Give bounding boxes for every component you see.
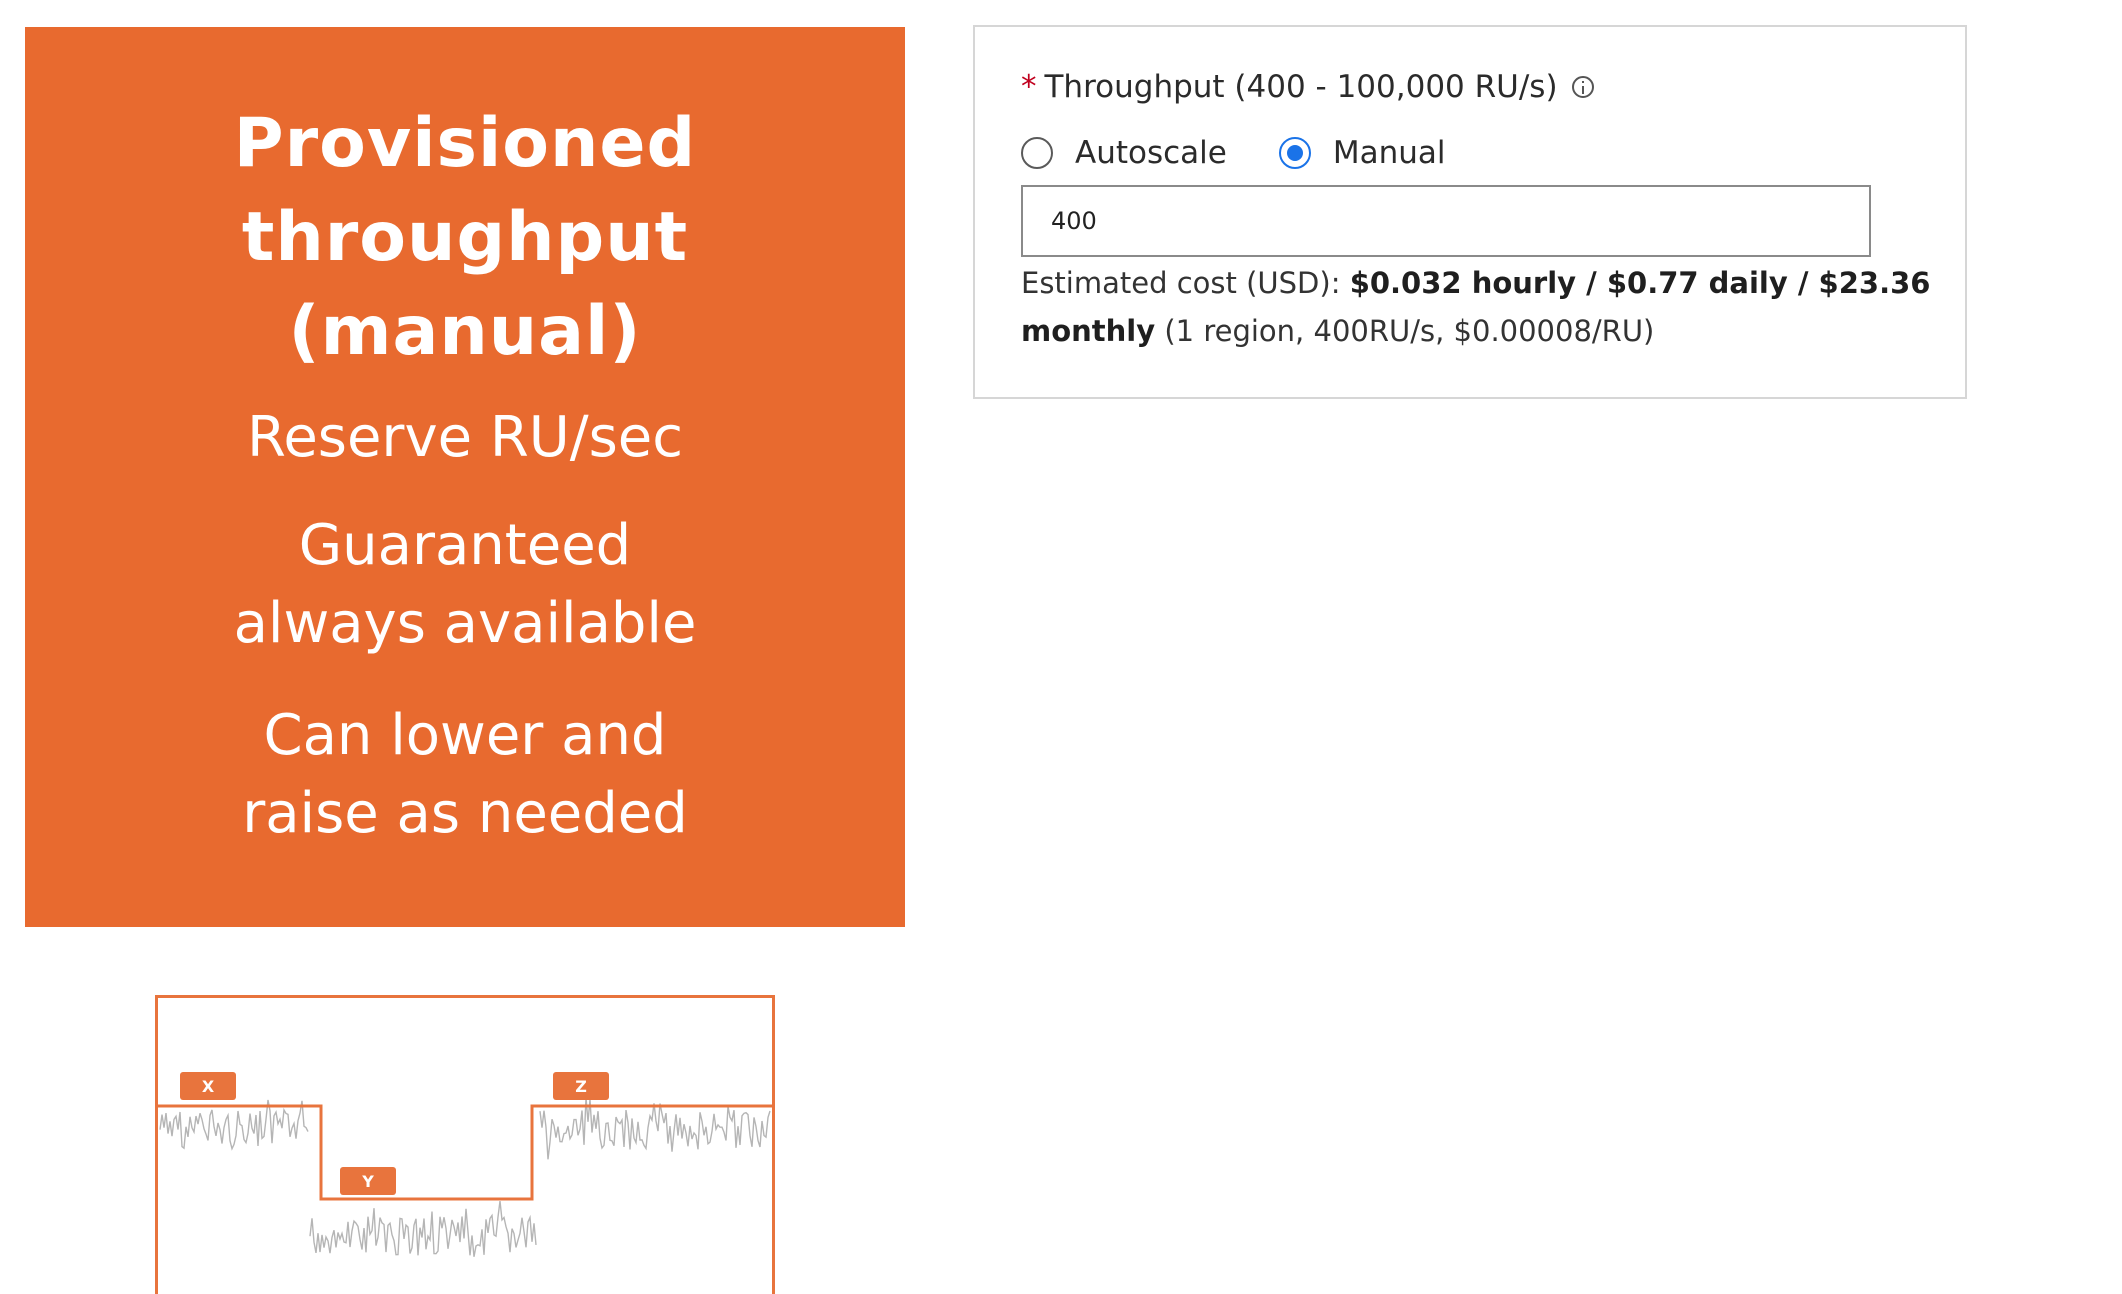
manual-label: Manual [1332,135,1446,171]
throughput-label-row: * Throughput (400 - 100,000 RU/s) [1021,65,1594,109]
tag-z-label: Z [575,1077,587,1096]
throughput-mode-group: Autoscale Manual [1021,131,1446,175]
point-line: Guaranteed [298,513,632,578]
manual-radio[interactable] [1278,137,1311,169]
point-reserve: Reserve RU/sec [246,405,684,470]
estimated-cost: Estimated cost (USD): $0.032 hourly / $0… [1021,259,1941,355]
tag-x-label: X [202,1077,215,1096]
throughput-label: Throughput (400 - 100,000 RU/s) [1044,69,1558,105]
required-marker: * [1021,69,1037,105]
autoscale-label: Autoscale [1075,135,1227,171]
diagram-svg: X Y Z [158,1072,772,1257]
throughput-panel: * Throughput (400 - 100,000 RU/s) Autosc… [973,25,1967,399]
page: Provisioned throughput (manual) Reserve … [0,0,2122,1294]
info-icon[interactable] [1571,76,1594,98]
point-line: raise as needed [242,781,688,846]
noise-trace-y [309,1201,537,1257]
autoscale-radio[interactable] [1021,137,1053,169]
slide-title-line: (manual) [288,292,642,371]
tag-x: X [180,1072,236,1100]
throughput-diagram: X Y Z [155,995,775,1294]
slide-title-line: Provisioned [233,104,697,183]
point-adjustable: Can lower and raise as needed [25,697,905,853]
manual-option[interactable]: Manual [1278,135,1446,171]
point-guaranteed: Guaranteed always available [25,507,905,663]
tag-y: Y [340,1167,396,1195]
point-line: always available [233,591,697,656]
slide-title-line: throughput [241,198,689,277]
cost-prefix: Estimated cost (USD): [1021,266,1350,300]
point-line: Can lower and [263,703,667,768]
slide-panel: Provisioned throughput (manual) Reserve … [25,27,905,927]
cost-details: (1 region, 400RU/s, $0.00008/RU) [1155,314,1655,348]
tag-z: Z [553,1072,609,1100]
tag-y-label: Y [361,1172,374,1191]
autoscale-option[interactable]: Autoscale [1021,135,1227,171]
throughput-input[interactable] [1021,185,1871,257]
slide-title: Provisioned throughput (manual) [25,27,905,379]
